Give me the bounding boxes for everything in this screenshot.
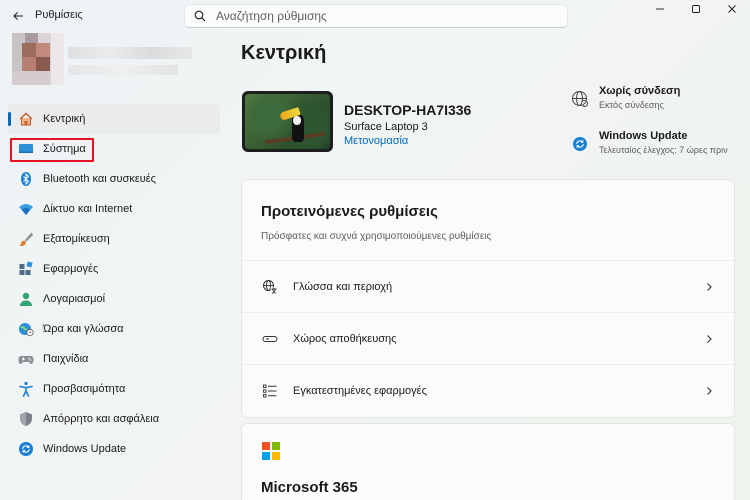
sidebar-item-gaming[interactable]: Παιχνίδια: [8, 344, 220, 374]
rename-link[interactable]: Μετονομασία: [344, 135, 408, 147]
back-arrow-icon: [13, 12, 23, 20]
row-language-region[interactable]: Γλώσσα και περιοχή: [242, 260, 736, 312]
language-icon: [262, 279, 278, 295]
sidebar-nav: Κεντρική Σύστημα Bluetooth και συσκευές …: [8, 104, 220, 464]
sidebar-item-accounts[interactable]: Λογαριασμοί: [8, 284, 220, 314]
storage-icon: [262, 331, 278, 347]
sidebar-item-label: Windows Update: [43, 443, 127, 455]
device-model: Surface Laptop 3: [344, 121, 428, 133]
sidebar-item-label: Κεντρική: [43, 113, 86, 125]
windows-update-status[interactable]: Windows Update Τελευταίος έλεγχος: 7 ώρε…: [571, 130, 728, 155]
maximize-button[interactable]: [678, 0, 714, 18]
user-name-blurred: [68, 47, 192, 59]
shield-icon: [18, 411, 34, 427]
sidebar-item-label: Εφαρμογές: [43, 263, 99, 275]
recommended-settings-card: Προτεινόμενες ρυθμίσεις Πρόσφατες και συ…: [241, 179, 736, 418]
row-installed-apps[interactable]: Εγκατεστημένες εφαρμογές: [242, 364, 736, 416]
network-status-subtitle: Εκτός σύνδεσης: [599, 100, 664, 110]
device-wallpaper-thumbnail: [242, 91, 333, 152]
sidebar-item-time-language[interactable]: Ώρα και γλώσσα: [8, 314, 220, 344]
search-box[interactable]: [184, 4, 568, 28]
sidebar-item-label: Λογαριασμοί: [43, 293, 106, 305]
back-button[interactable]: [8, 6, 28, 26]
device-name: DESKTOP-HA7I336: [344, 102, 472, 118]
chevron-right-icon: [702, 332, 716, 346]
sidebar-item-system[interactable]: Σύστημα: [8, 134, 220, 164]
bluetooth-icon: [18, 171, 34, 187]
sidebar-item-privacy[interactable]: Απόρρητο και ασφάλεια: [8, 404, 220, 434]
sidebar-item-home[interactable]: Κεντρική: [8, 104, 220, 134]
sidebar-item-network[interactable]: Δίκτυο και Internet: [8, 194, 220, 224]
sidebar-item-label: Δίκτυο και Internet: [43, 203, 133, 215]
time-language-icon: [18, 321, 34, 337]
windows-update-status-title: Windows Update: [599, 130, 688, 142]
sidebar-item-label: Απόρρητο και ασφάλεια: [43, 413, 160, 425]
sidebar-item-label: Εξατομίκευση: [43, 233, 110, 245]
recommended-settings-title: Προτεινόμενες ρυθμίσεις: [261, 203, 438, 220]
minimize-icon: [656, 8, 664, 10]
brush-icon: [18, 231, 34, 247]
user-profile[interactable]: [12, 33, 202, 85]
sidebar-item-bluetooth[interactable]: Bluetooth και συσκευές: [8, 164, 220, 194]
wifi-icon: [18, 201, 34, 217]
microsoft-365-card[interactable]: Microsoft 365: [241, 423, 735, 500]
chevron-right-icon: [702, 280, 716, 294]
row-label: Εγκατεστημένες εφαρμογές: [293, 384, 427, 397]
chevron-right-icon: [702, 384, 716, 398]
network-status-title: Χωρίς σύνδεση: [599, 85, 681, 97]
app-title: Ρυθμίσεις: [35, 9, 83, 21]
close-button[interactable]: [714, 0, 750, 18]
installed-apps-icon: [262, 383, 278, 399]
row-label: Γλώσσα και περιοχή: [293, 280, 393, 293]
sidebar-item-personalization[interactable]: Εξατομίκευση: [8, 224, 220, 254]
update-icon: [571, 135, 589, 153]
sidebar-item-label: Σύστημα: [43, 143, 86, 155]
sidebar-item-apps[interactable]: Εφαρμογές: [8, 254, 220, 284]
sidebar-item-label: Προσβασιμότητα: [43, 383, 126, 395]
page-title: Κεντρική: [241, 42, 327, 64]
gamepad-icon: [18, 351, 34, 367]
minimize-button[interactable]: [642, 0, 678, 18]
maximize-icon: [692, 5, 700, 13]
title-bar: Ρυθμίσεις: [0, 0, 750, 32]
search-icon: [194, 9, 208, 23]
sidebar-item-label: Ώρα και γλώσσα: [43, 323, 124, 335]
network-status[interactable]: Χωρίς σύνδεση Εκτός σύνδεσης: [571, 85, 680, 110]
sidebar-item-accessibility[interactable]: Προσβασιμότητα: [8, 374, 220, 404]
window-controls: [642, 0, 750, 18]
row-label: Χώρος αποθήκευσης: [293, 332, 397, 345]
sidebar-item-label: Παιχνίδια: [43, 353, 89, 365]
sidebar-item-windows-update[interactable]: Windows Update: [8, 434, 220, 464]
user-email-blurred: [68, 65, 178, 75]
recommended-settings-subtitle: Πρόσφατες και συχνά χρησιμοποιούμενες ρυ…: [261, 231, 492, 242]
globe-icon: [571, 90, 589, 108]
system-icon: [18, 141, 34, 157]
windows-update-status-subtitle: Τελευταίος έλεγχος: 7 ώρες πριν: [599, 145, 728, 155]
apps-icon: [18, 261, 34, 277]
microsoft-365-title: Microsoft 365: [261, 479, 358, 496]
account-icon: [18, 291, 34, 307]
update-icon: [18, 441, 34, 457]
sidebar-item-label: Bluetooth και συσκευές: [43, 173, 156, 185]
accessibility-icon: [18, 381, 34, 397]
avatar: [12, 33, 64, 85]
row-storage[interactable]: Χώρος αποθήκευσης: [242, 312, 736, 364]
microsoft-logo-icon: [262, 442, 280, 460]
search-input[interactable]: [216, 9, 556, 23]
close-icon: [728, 5, 736, 13]
home-icon: [18, 111, 34, 127]
